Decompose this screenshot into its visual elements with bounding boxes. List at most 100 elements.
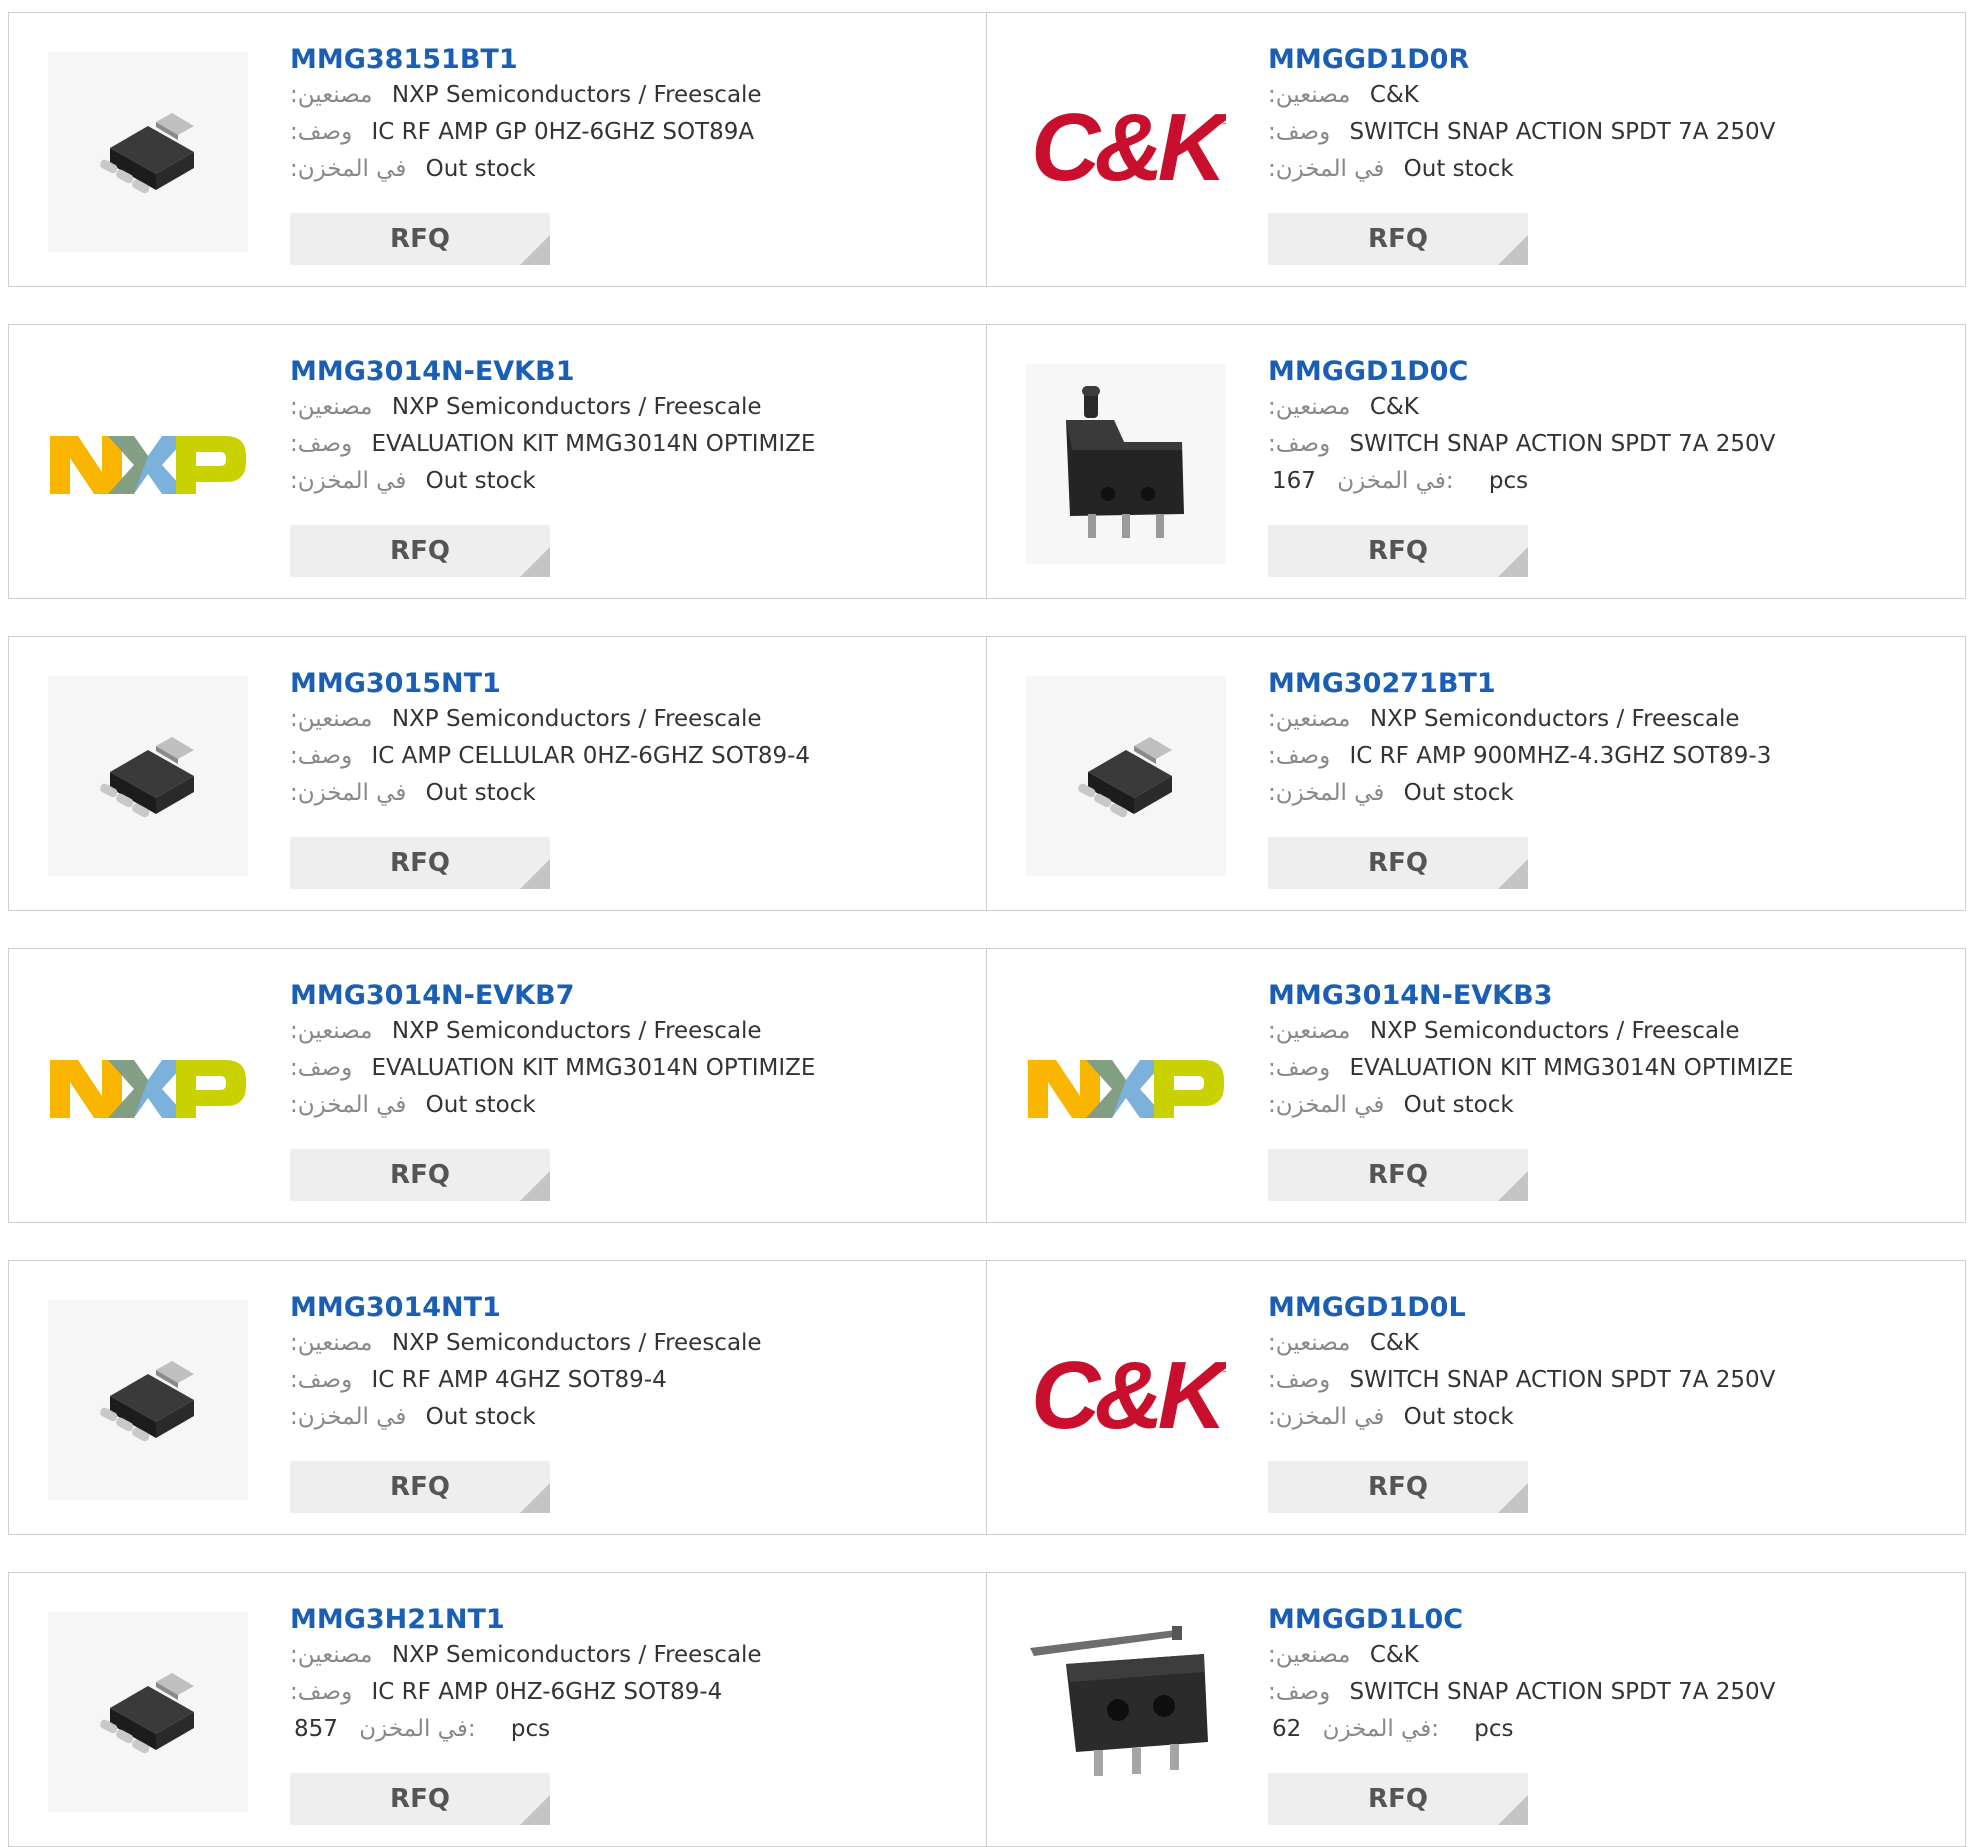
manufacturer-label: :مصنعين (1268, 82, 1351, 108)
stock-value: Out stock (1403, 1092, 1514, 1118)
rfq-label: RFQ (1368, 848, 1428, 878)
part-number-link[interactable]: MMG3015NT1 (290, 667, 976, 701)
stock-quantity: 62 (1272, 1716, 1302, 1742)
description-value: EVALUATION KIT MMG3014N OPTIMIZE (1349, 1055, 1794, 1081)
rfq-label: RFQ (1368, 1160, 1428, 1190)
stock-unit: pcs (1474, 1716, 1514, 1742)
rfq-corner-decoration (520, 859, 550, 889)
description-label: :وصف (290, 119, 353, 145)
manufacturer-label: :مصنعين (1268, 706, 1351, 732)
rfq-label: RFQ (1368, 1472, 1428, 1502)
rfq-button[interactable]: RFQ (1268, 213, 1528, 265)
product-card-mmg38151bt1: MMG38151BT1 :مصنعين NXP Semiconductors /… (8, 12, 987, 287)
stock-value: Out stock (425, 780, 536, 806)
manufacturer-value: C&K (1369, 394, 1419, 420)
stock-value: Out stock (1403, 1404, 1514, 1430)
nxp-logo[interactable] (48, 988, 248, 1188)
rfq-button[interactable]: RFQ (290, 1773, 550, 1825)
stock-row: :في المخزن Out stock (1268, 1399, 1955, 1436)
manufacturer-label: :مصنعين (290, 1642, 373, 1668)
description-row: :وصف IC AMP CELLULAR 0HZ-6GHZ SOT89-4 (290, 738, 976, 775)
sot89-chip-icon[interactable] (48, 676, 248, 876)
stock-value: Out stock (1403, 780, 1514, 806)
part-number-link[interactable]: MMG38151BT1 (290, 43, 976, 77)
product-info: MMGGD1D0L :مصنعين C&K :وصف SWITCH SNAP A… (1268, 1291, 1955, 1436)
rfq-button[interactable]: RFQ (1268, 1773, 1528, 1825)
rfq-corner-decoration (520, 1483, 550, 1513)
stock-value: Out stock (425, 1404, 536, 1430)
sot89-chip-icon[interactable] (48, 1300, 248, 1500)
manufacturer-value: C&K (1369, 1642, 1419, 1668)
stock-quantity: 857 (294, 1716, 338, 1742)
product-card-mmggd1d0l: C&K ® MMGGD1D0L :مصنعين C&K :وصف SWITCH … (986, 1260, 1966, 1535)
manufacturer-value: NXP Semiconductors / Freescale (391, 1018, 762, 1044)
manufacturer-row: :مصنعين NXP Semiconductors / Freescale (290, 389, 976, 426)
manufacturer-row: :مصنعين NXP Semiconductors / Freescale (1268, 701, 1955, 738)
description-label: :وصف (290, 431, 353, 457)
manufacturer-row: :مصنعين NXP Semiconductors / Freescale (290, 1325, 976, 1362)
sot89-chip-icon[interactable] (1026, 676, 1226, 876)
product-grid: MMG38151BT1 :مصنعين NXP Semiconductors /… (0, 0, 1969, 1847)
part-number-link[interactable]: MMG3014N-EVKB3 (1268, 979, 1955, 1013)
product-card-mmg30271bt1: MMG30271BT1 :مصنعين NXP Semiconductors /… (986, 636, 1966, 911)
stock-label: في المخزن: (359, 1716, 476, 1742)
description-row: :وصف EVALUATION KIT MMG3014N OPTIMIZE (1268, 1050, 1955, 1087)
nxp-logo[interactable] (1026, 988, 1226, 1188)
description-label: :وصف (290, 743, 353, 769)
stock-value: Out stock (1403, 156, 1514, 182)
description-row: :وصف SWITCH SNAP ACTION SPDT 7A 250V (1268, 1674, 1955, 1711)
part-number-link[interactable]: MMG3014NT1 (290, 1291, 976, 1325)
description-value: SWITCH SNAP ACTION SPDT 7A 250V (1349, 119, 1776, 145)
description-label: :وصف (1268, 119, 1331, 145)
manufacturer-label: :مصنعين (290, 706, 373, 732)
manufacturer-value: NXP Semiconductors / Freescale (1369, 706, 1740, 732)
part-number-link[interactable]: MMG3014N-EVKB7 (290, 979, 976, 1013)
manufacturer-value: NXP Semiconductors / Freescale (391, 394, 762, 420)
rfq-button[interactable]: RFQ (290, 213, 550, 265)
stock-label: :في المخزن (1268, 1404, 1385, 1430)
product-card-mmg3014nt1: MMG3014NT1 :مصنعين NXP Semiconductors / … (8, 1260, 987, 1535)
sot89-chip-icon[interactable] (48, 52, 248, 252)
rfq-corner-decoration (520, 235, 550, 265)
sot89-chip-icon[interactable] (48, 1612, 248, 1812)
part-number-link[interactable]: MMGGD1D0L (1268, 1291, 1955, 1325)
manufacturer-row: :مصنعين NXP Semiconductors / Freescale (290, 1637, 976, 1674)
stock-label: :في المخزن (290, 156, 407, 182)
ck-logo[interactable]: C&K ® (1026, 1300, 1226, 1500)
rfq-button[interactable]: RFQ (290, 1461, 550, 1513)
rfq-button[interactable]: RFQ (1268, 1149, 1528, 1201)
part-number-link[interactable]: MMGGD1L0C (1268, 1603, 1955, 1637)
nxp-logo[interactable] (48, 364, 248, 564)
snap-switch-plunger-icon[interactable] (1026, 364, 1226, 564)
part-number-link[interactable]: MMGGD1D0C (1268, 355, 1955, 389)
rfq-button[interactable]: RFQ (290, 1149, 550, 1201)
stock-value: Out stock (425, 156, 536, 182)
part-number-link[interactable]: MMG3014N-EVKB1 (290, 355, 976, 389)
manufacturer-row: :مصنعين NXP Semiconductors / Freescale (1268, 1013, 1955, 1050)
stock-label: :في المخزن (1268, 780, 1385, 806)
rfq-button[interactable]: RFQ (290, 525, 550, 577)
description-label: :وصف (1268, 431, 1331, 457)
part-number-link[interactable]: MMG3H21NT1 (290, 1603, 976, 1637)
manufacturer-row: :مصنعين NXP Semiconductors / Freescale (290, 1013, 976, 1050)
rfq-button[interactable]: RFQ (1268, 1461, 1528, 1513)
manufacturer-row: :مصنعين C&K (1268, 1637, 1955, 1674)
stock-row: 167 في المخزن: pcs (1268, 463, 1955, 500)
product-info: MMGGD1L0C :مصنعين C&K :وصف SWITCH SNAP A… (1268, 1603, 1955, 1748)
part-number-link[interactable]: MMG30271BT1 (1268, 667, 1955, 701)
part-number-link[interactable]: MMGGD1D0R (1268, 43, 1955, 77)
rfq-button[interactable]: RFQ (1268, 837, 1528, 889)
manufacturer-label: :مصنعين (1268, 1642, 1351, 1668)
snap-switch-lever-icon[interactable] (1026, 1612, 1226, 1812)
rfq-label: RFQ (390, 224, 450, 254)
ck-logo[interactable]: C&K ® (1026, 52, 1226, 252)
rfq-button[interactable]: RFQ (290, 837, 550, 889)
product-info: MMG3H21NT1 :مصنعين NXP Semiconductors / … (290, 1603, 976, 1748)
description-row: :وصف EVALUATION KIT MMG3014N OPTIMIZE (290, 1050, 976, 1087)
description-row: :وصف SWITCH SNAP ACTION SPDT 7A 250V (1268, 114, 1955, 151)
manufacturer-label: :مصنعين (290, 1018, 373, 1044)
description-label: :وصف (290, 1679, 353, 1705)
svg-text:®: ® (1220, 1364, 1226, 1375)
rfq-button[interactable]: RFQ (1268, 525, 1528, 577)
product-info: MMG3014N-EVKB3 :مصنعين NXP Semiconductor… (1268, 979, 1955, 1124)
